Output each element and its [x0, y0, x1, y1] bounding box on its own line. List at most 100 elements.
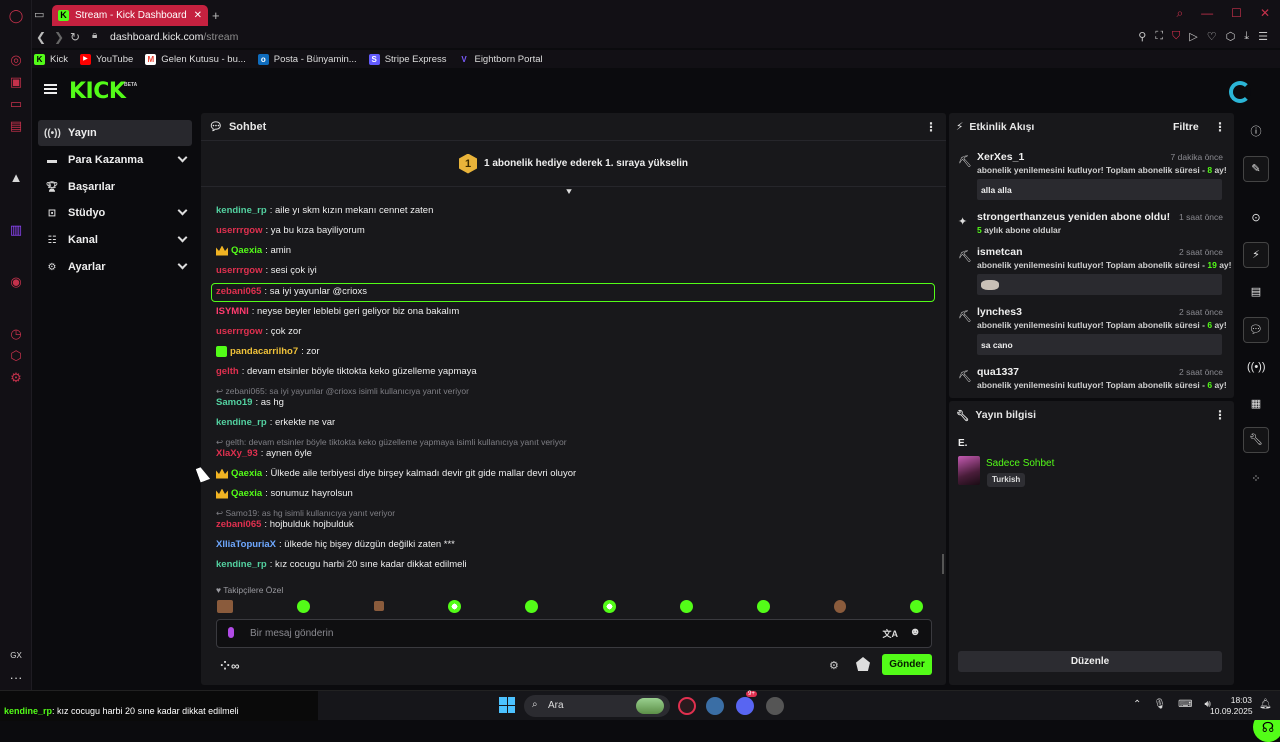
twitch-icon[interactable]: ▥	[8, 222, 24, 238]
tv-icon[interactable]: ▭	[8, 96, 24, 112]
chevron-down-icon[interactable]	[177, 259, 188, 270]
steam-taskbar-icon[interactable]	[766, 697, 784, 715]
chat-username[interactable]: userrrgow	[216, 225, 262, 236]
event-username[interactable]: qua1337	[977, 366, 1019, 378]
clock[interactable]: 18:03 10.09.2025	[1210, 695, 1253, 717]
easy-setup-icon[interactable]: ☰	[1258, 30, 1268, 43]
close-tab-icon[interactable]: ✕	[194, 10, 202, 21]
filter-button[interactable]: Filtre	[1173, 121, 1199, 133]
chevron-up-icon[interactable]: ⌃	[1133, 699, 1141, 710]
chevron-down-icon[interactable]	[177, 232, 188, 243]
chat-username[interactable]: zebani065	[216, 286, 261, 297]
gx-icon[interactable]: GX	[8, 648, 24, 664]
sidebar-item-basarilar[interactable]: 🏆︎ Başarılar	[38, 174, 192, 200]
bookmark-youtube[interactable]: ▶ YouTube	[79, 53, 133, 65]
chat-message[interactable]: Qaexia: Ülkede aile terbiyesi diye birşe…	[216, 468, 576, 479]
kicks-icon[interactable]: ⁘	[1247, 470, 1265, 488]
emote-icon[interactable]	[448, 599, 462, 613]
chat-username[interactable]: pandacarrilho7	[230, 346, 298, 357]
snapshot-icon[interactable]: ⛶	[1155, 30, 1163, 43]
send-button[interactable]: Gönder	[882, 654, 932, 675]
news-icon[interactable]: ▤	[8, 118, 24, 134]
chat-username[interactable]: XlaXy_93	[216, 448, 258, 459]
emote-icon[interactable]	[756, 599, 770, 613]
pinned-scroll-icon[interactable]: ⯆	[565, 187, 577, 198]
event-username[interactable]: ismetcan	[977, 246, 1023, 258]
stream-info-more-icon[interactable]: ⋮	[1214, 408, 1226, 422]
translate-icon[interactable]: 文A	[883, 627, 899, 640]
info-icon[interactable]: ⓘ	[1247, 123, 1265, 141]
chat-username[interactable]: Samo19	[216, 397, 252, 408]
microphone-icon[interactable]	[228, 627, 234, 638]
chat-username[interactable]: zebani065	[216, 519, 261, 530]
kick-logo[interactable]: KICK	[69, 79, 126, 104]
chat-message[interactable]: Qaexia: amin	[216, 245, 291, 256]
microphone-tray-icon[interactable]: 🎙︎	[1153, 699, 1166, 710]
chat-message[interactable]: XlliaTopuriaX: ülkede hiç bişey düzgün d…	[216, 539, 455, 550]
chat-message[interactable]: userrrgow: sesi çok iyi	[216, 265, 317, 276]
chat-message[interactable]: Qaexia: sonumuz hayrolsun	[216, 488, 353, 499]
chat-message[interactable]: kendine_rp: erkekte ne var	[216, 417, 335, 428]
chat-username[interactable]: ISYMNI	[216, 306, 249, 317]
discord-taskbar-icon[interactable]	[736, 697, 754, 715]
chat-message[interactable]: zebani065: sa iyi yayunlar @crioxs	[216, 286, 367, 297]
minimize-icon[interactable]: —	[1201, 6, 1213, 21]
emote-icon[interactable]	[602, 599, 616, 613]
chat-username[interactable]: kendine_rp	[216, 559, 267, 570]
search-tabs-icon[interactable]: ⌕	[1176, 6, 1183, 21]
chat-username[interactable]: userrrgow	[216, 326, 262, 337]
chat-message[interactable]: userrrgow: çok zor	[216, 326, 301, 337]
emote-icon[interactable]	[297, 599, 311, 613]
opera-gx-taskbar-icon[interactable]	[678, 697, 696, 715]
reply-context[interactable]: ↩ Samo19: as hg isimli kullanıcıya yanıt…	[216, 508, 395, 519]
event-username[interactable]: lynches3	[977, 306, 1022, 318]
chat-username[interactable]: gelth	[216, 366, 239, 377]
shopping-bag-icon[interactable]: ▣	[8, 74, 24, 90]
bookmark-gmail[interactable]: M Gelen Kutusu - bu...	[145, 53, 246, 65]
quick-emote-icon[interactable]	[856, 657, 870, 671]
player-icon[interactable]: ◉	[8, 274, 24, 290]
more-icon[interactable]: ···	[8, 670, 24, 686]
pin-icon[interactable]: ⚲	[1138, 30, 1146, 43]
new-tab-button[interactable]: +	[212, 8, 220, 23]
reply-context[interactable]: ↩ zebani065: sa iyi yayunlar @crioxs isi…	[216, 386, 469, 397]
vpn-shield-icon[interactable]: ⛉	[1172, 30, 1180, 43]
sidebar-item-studyo[interactable]: ⊡ Stüdyo	[38, 200, 192, 226]
sidebar-item-yayin[interactable]: ((•)) Yayın	[38, 120, 192, 146]
close-window-icon[interactable]: ✕	[1260, 6, 1270, 21]
chat-username[interactable]: XlliaTopuriaX	[216, 539, 276, 550]
emote-icon[interactable]	[217, 599, 233, 613]
chat-message[interactable]: ISYMNI: neyse beyler leblebi geri geliyo…	[216, 306, 459, 317]
bookmark-eightborn[interactable]: V Eightborn Portal	[458, 54, 542, 65]
opera-logo-icon[interactable]: ◯	[8, 8, 24, 24]
extensions-icon[interactable]: ⬡	[8, 348, 24, 364]
sidebar-item-kanal[interactable]: ☷ Kanal	[38, 227, 192, 253]
kick-sidebar-icon[interactable]: ▲	[8, 170, 24, 186]
emoji-icon[interactable]: ☻	[909, 626, 921, 638]
notification-bell-icon[interactable]: 🔔︎	[1259, 699, 1272, 710]
history-icon[interactable]: ◷	[8, 326, 24, 342]
forward-icon[interactable]: ❯	[54, 30, 64, 44]
aria-icon[interactable]: ◎	[8, 52, 24, 68]
taskbar-search[interactable]: ⌕ Ara	[524, 695, 670, 717]
workspaces-icon[interactable]: ▭	[34, 8, 44, 21]
chat-username[interactable]: Qaexia	[231, 488, 262, 499]
chat-message[interactable]: zebani065: hojbulduk hojbulduk	[216, 519, 354, 530]
broadcast-tool-icon[interactable]: ((•))	[1247, 358, 1266, 376]
chat-scrollbar[interactable]	[942, 554, 944, 574]
activity-more-icon[interactable]: ⋮	[1214, 120, 1226, 134]
extensions-icon[interactable]: ⬡	[1226, 30, 1236, 43]
avatar[interactable]	[1229, 81, 1251, 103]
chat-username[interactable]: Qaexia	[231, 245, 262, 256]
chat-more-icon[interactable]: ⋮	[925, 120, 937, 134]
chat-username[interactable]: kendine_rp	[216, 205, 267, 216]
emote-icon[interactable]	[679, 599, 693, 613]
back-icon[interactable]: ❮	[36, 30, 46, 44]
emote-icon[interactable]	[525, 599, 539, 613]
chevron-down-icon[interactable]	[177, 152, 188, 163]
wrench-tool-icon[interactable]: 🔧︎	[1243, 427, 1269, 453]
network-icon[interactable]: ⌨	[1178, 699, 1192, 710]
event-username[interactable]: XerXes_1	[977, 151, 1024, 163]
chat-message[interactable]: XlaXy_93: aynen öyle	[216, 448, 312, 459]
menu-icon[interactable]	[44, 84, 57, 94]
